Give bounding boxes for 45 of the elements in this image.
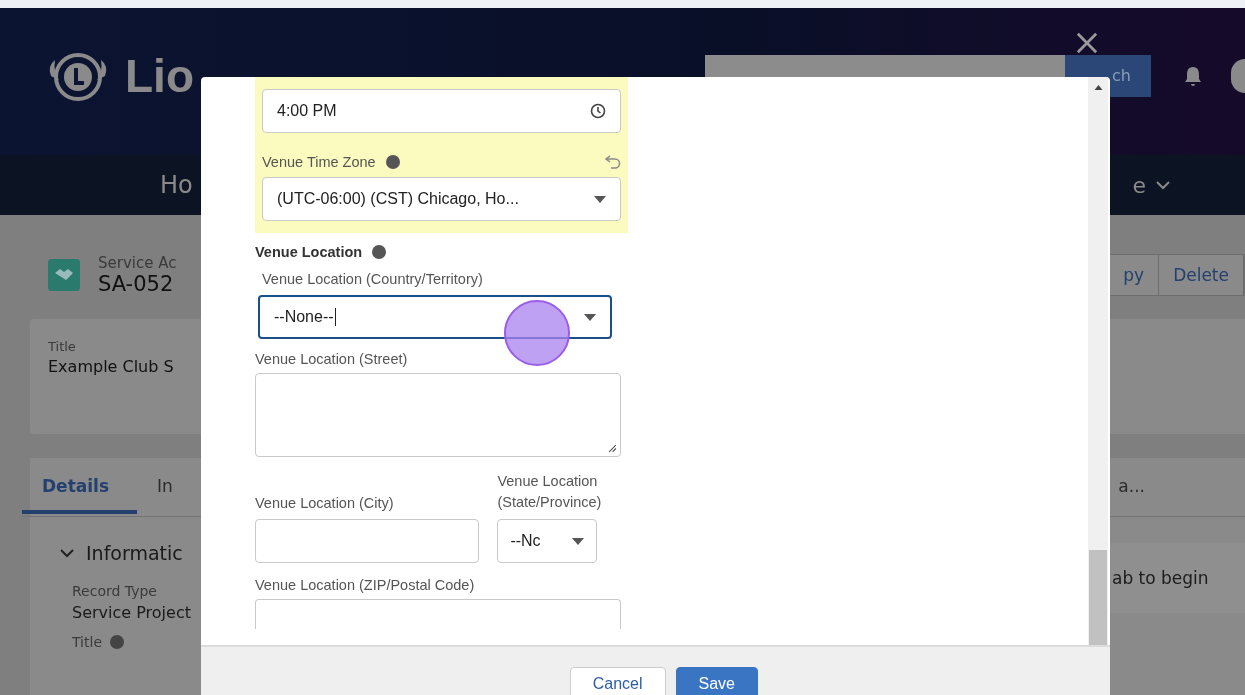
caret-down-icon	[594, 195, 606, 203]
nav-item[interactable]: Ho	[160, 171, 193, 199]
record-type-label: Service Ac	[98, 254, 177, 272]
clock-icon[interactable]	[590, 103, 606, 119]
field-label: Venue Location (Country/Territory)	[262, 271, 484, 287]
resize-grip-icon[interactable]	[608, 444, 617, 453]
field-label: Title	[48, 339, 76, 354]
time-field[interactable]: 4:00 PM	[262, 89, 621, 133]
field-label: Venue Location (ZIP/Postal Code)	[255, 577, 476, 594]
section-heading: Venue Location	[255, 244, 363, 260]
caret-down-icon	[584, 313, 596, 321]
field-label: Venue Location (Street)	[255, 351, 409, 367]
portal-title: Lio	[125, 48, 194, 103]
action-button[interactable]: Delete	[1159, 255, 1244, 295]
tab[interactable]: In	[137, 460, 201, 514]
info-icon	[372, 245, 387, 259]
side-panel-text: ab to begin	[1112, 568, 1209, 588]
scroll-up-icon[interactable]	[1093, 85, 1103, 90]
cancel-button[interactable]: Cancel	[569, 667, 666, 695]
field-label: Title	[72, 634, 102, 650]
city-field[interactable]	[255, 519, 480, 564]
field-label: Venue Time Zone	[262, 154, 376, 170]
caret-down-icon	[572, 537, 585, 545]
chevron-down-icon[interactable]	[1156, 180, 1170, 190]
avatar-icon[interactable]	[1231, 58, 1245, 93]
zip-field[interactable]	[255, 599, 621, 630]
chevron-icon[interactable]	[60, 548, 74, 558]
field-value: Service Project	[72, 603, 191, 622]
field-label: Record Type	[72, 583, 157, 599]
field-value: Example Club S	[48, 357, 174, 376]
tab[interactable]: a...	[1118, 460, 1145, 514]
section-title[interactable]: Informatic	[86, 542, 183, 564]
save-button[interactable]: Save	[675, 667, 758, 695]
time-zone-select[interactable]: (UTC-06:00) (CST) Chicago, Ho...	[262, 177, 621, 221]
undo-icon[interactable]	[605, 155, 621, 169]
tab[interactable]: Details	[22, 460, 137, 514]
scrollbar-thumb[interactable]	[1089, 550, 1107, 645]
close-icon[interactable]	[1076, 32, 1098, 54]
field-label: Venue Location (State/Province)	[497, 472, 603, 512]
field-label: Venue Location (City)	[255, 495, 395, 512]
state-select[interactable]: --Nc	[497, 519, 598, 564]
bell-icon[interactable]	[1183, 64, 1203, 87]
info-icon	[385, 155, 400, 169]
record-number: SA-052	[98, 272, 175, 296]
nav-item[interactable]: e	[1132, 172, 1146, 198]
